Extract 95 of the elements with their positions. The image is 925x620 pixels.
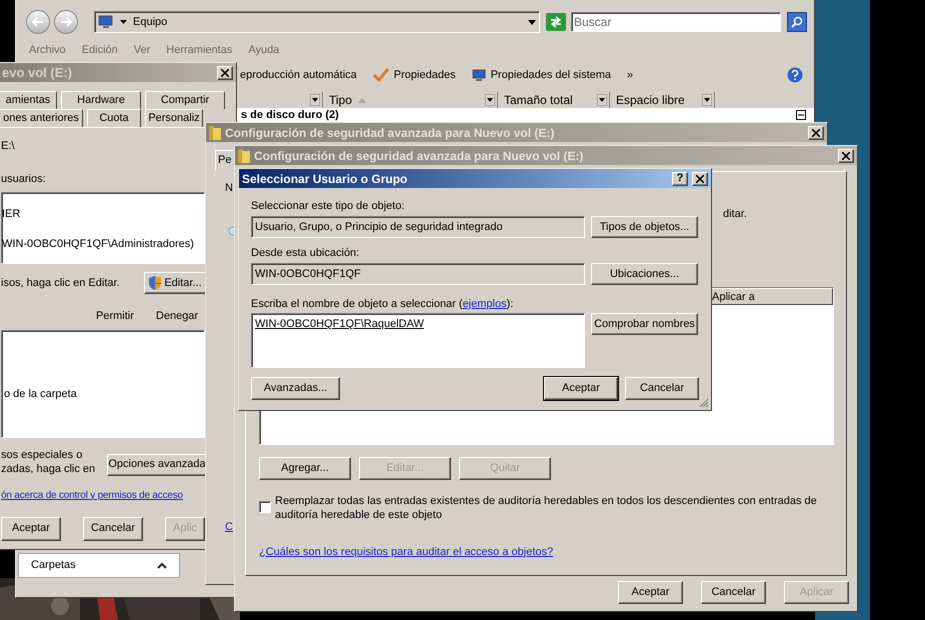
dropdown-icon (528, 20, 536, 24)
help-link[interactable]: ón acerca de control y permisos de acceso (1, 488, 183, 502)
folder-icon (238, 148, 250, 163)
menu-item[interactable]: Ver (134, 42, 150, 58)
column-header: Denegar (156, 309, 198, 324)
dialog-button[interactable]: Ubicaciones... (591, 263, 698, 285)
menu-item[interactable]: Ayuda (248, 42, 280, 58)
folder-icon (209, 125, 221, 140)
resize-grip-icon (699, 398, 709, 408)
checkmark-icon (372, 68, 389, 82)
action-button[interactable]: Agregar... (259, 456, 351, 480)
dialog-button[interactable]: Aceptar (544, 377, 618, 400)
help-link[interactable]: ¿Cuáles son los requisitos para auditar el acceso a objetos? (259, 544, 554, 560)
typed-name: WIN-0OBC0HQF1QF\RaquelDAW (255, 318, 424, 330)
shield-icon (149, 276, 162, 290)
toolbar-button[interactable]: eproducción automática (240, 66, 357, 84)
dialog-button[interactable]: Aceptar (618, 581, 683, 604)
dialog-button[interactable]: Comprobar nombres (591, 313, 698, 335)
dropdown-icon (310, 94, 320, 106)
user-entry[interactable]: IER (2, 207, 20, 221)
monitor-icon (472, 68, 486, 82)
close-icon (842, 152, 850, 160)
close-button[interactable] (808, 126, 824, 140)
dropdown-icon (597, 94, 607, 106)
column-header: Permitir (96, 309, 134, 324)
search-button[interactable] (787, 12, 807, 32)
special-permissions-text: sos especiales o (1, 448, 82, 462)
forward-button[interactable] (54, 10, 78, 34)
sort-up-icon (358, 98, 366, 102)
address-text: Equipo (133, 14, 168, 30)
tab[interactable]: Personaliz (145, 109, 203, 127)
dialog-button[interactable]: Cancelar (83, 516, 143, 540)
back-arrow-icon (32, 17, 44, 27)
field-label: Seleccionar este tipo de objeto: (251, 199, 406, 213)
column-header[interactable]: Aplicar a (709, 288, 833, 304)
back-button[interactable] (26, 10, 50, 34)
read-only-field: WIN-0OBC0HQF1QF (251, 263, 585, 285)
dropdown-icon (702, 94, 712, 106)
menu-item[interactable]: Edición (82, 42, 118, 58)
search-icon (791, 16, 803, 28)
tab[interactable]: ones anteriores (0, 109, 83, 127)
dialog-button[interactable]: Cancelar (701, 581, 766, 604)
checkbox[interactable] (259, 500, 271, 512)
special-permissions-text: zadas, haga clic en (1, 462, 96, 476)
chevron-up-icon (157, 562, 167, 569)
forward-arrow-icon (60, 17, 72, 27)
menu-item[interactable]: Archivo (29, 42, 66, 58)
permission-entry: o de la carpeta (3, 386, 77, 402)
edit-hint: isos, haga clic en Editar. (1, 276, 120, 291)
address-bar[interactable]: Equipo (94, 11, 540, 33)
close-button[interactable] (838, 148, 854, 162)
menu-item[interactable]: Herramientas (166, 42, 232, 58)
help-icon[interactable] (787, 67, 803, 83)
folders-label: Carpetas (31, 558, 76, 574)
tab[interactable]: Compartir (145, 91, 225, 109)
dropdown-icon (485, 94, 495, 106)
folders-pane[interactable]: Carpetas (18, 553, 180, 578)
field-label: Desde esta ubicación: (251, 246, 360, 260)
read-only-field: Usuario, Grupo, o Principio de seguridad integrado (251, 216, 585, 238)
examples-link[interactable]: ejemplos (462, 298, 507, 310)
window-title: Configuración de seguridad avanzada para Nuevo vol (E:) (225, 124, 554, 142)
caret-icon (120, 20, 127, 24)
search-field[interactable]: Buscar (571, 12, 781, 32)
dialog-button[interactable]: Avanzadas... (251, 377, 340, 400)
toolbar-button[interactable]: » (627, 66, 634, 84)
advanced-button[interactable]: Opciones avanzada (107, 454, 207, 476)
close-icon (812, 128, 820, 136)
computer-icon (98, 15, 114, 29)
tab[interactable]: amientas (0, 91, 57, 109)
group-header: s de disco duro (2) (241, 108, 339, 123)
tab[interactable]: Hardware (61, 91, 141, 109)
edit-button[interactable]: Editar... (144, 272, 207, 294)
field-label: Escriba el nombre de objeto a seleccionar (ejemplos): (251, 297, 514, 311)
tab[interactable]: Cuota (87, 109, 141, 127)
help-button[interactable]: ? (672, 172, 688, 186)
window-title: Configuración de seguridad avanzada para Nuevo vol (E:) (254, 148, 584, 164)
refresh-icon[interactable] (546, 13, 566, 31)
hint-text: ditar. (723, 207, 748, 222)
close-icon (696, 174, 704, 182)
label-text: N (225, 181, 233, 196)
dialog-button[interactable]: Tipos de objetos... (591, 216, 698, 238)
users-label: usuarios: (1, 172, 46, 186)
path-text: E:\ (1, 139, 14, 154)
close-button[interactable] (217, 66, 233, 80)
dialog-button[interactable]: Cancelar (625, 377, 699, 400)
window-title: evo vol (E:) (2, 64, 72, 82)
dialog-title: Seleccionar Usuario o Grupo (242, 170, 408, 188)
toolbar-button[interactable]: Propiedades del sistema (490, 66, 612, 84)
checkbox-label: Reemplazar todas las entradas existentes de auditoría heredables en todos los descendientes con entradas de auditoría heredable de este objeto (275, 494, 818, 522)
names-field[interactable]: WIN-0OBC0HQF1QF\RaquelDAW (251, 313, 585, 368)
close-button[interactable] (692, 172, 708, 186)
toolbar-button[interactable]: Propiedades (394, 66, 456, 84)
close-icon (221, 68, 229, 76)
help-link[interactable]: C (225, 518, 233, 535)
dialog-button[interactable]: Aceptar (1, 516, 61, 540)
